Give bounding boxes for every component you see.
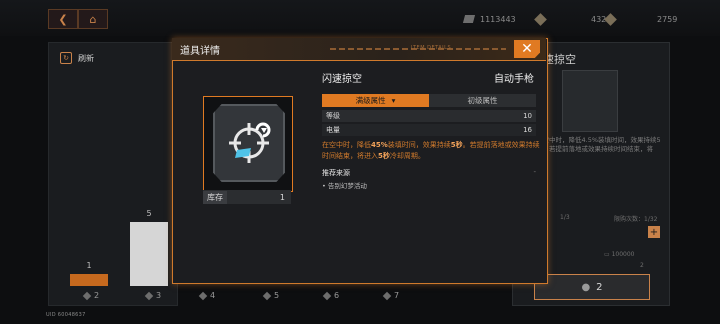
refresh-icon: ↻ <box>60 52 72 64</box>
item-name: 闪速掠空 <box>322 74 362 85</box>
bar-label: 5 <box>262 291 279 300</box>
dialog-title: 道具详情 <box>180 46 220 57</box>
item-icon <box>213 104 285 182</box>
home-icon: ⌂ <box>89 12 97 26</box>
stat-row-level: 等级 10 <box>322 110 536 122</box>
gem-icon <box>534 12 547 26</box>
crystal-icon <box>604 12 617 26</box>
stock-value: 1 <box>279 192 285 202</box>
close-icon: ✕ <box>521 41 533 57</box>
uid-label: UID 60048637 <box>46 312 86 318</box>
diamond-icon <box>144 291 154 300</box>
home-button[interactable]: ⌂ <box>78 9 108 29</box>
refresh-button[interactable]: ↻ 刷新 <box>60 52 94 64</box>
currency-gem: 4320 <box>534 12 611 26</box>
tab-max-level[interactable]: 满级属性 ▾ <box>322 94 429 107</box>
diamond-icon <box>198 291 208 300</box>
price-icon: ▭ <box>604 251 612 258</box>
currency-gold: 1113443 <box>462 12 516 26</box>
diamond-icon <box>82 291 92 300</box>
bar-label: 4 <box>198 291 215 300</box>
bar-label: 3 <box>144 291 161 300</box>
side-unit-price: 2 <box>640 262 644 269</box>
plus-button[interactable]: + <box>648 226 660 238</box>
plus-icon: + <box>649 226 659 238</box>
header-decoration-text: ITEM DETAILS <box>411 45 452 51</box>
buy-button[interactable]: ● 2 <box>534 274 650 300</box>
diamond-icon <box>262 291 272 300</box>
bar-label: 7 <box>382 291 399 300</box>
diamond-icon <box>322 291 332 300</box>
side-price: ▭ 100000 <box>604 251 635 258</box>
bar-label: 6 <box>322 291 339 300</box>
bar-1 <box>70 274 108 286</box>
stat-row-power: 电量 16 <box>322 124 536 136</box>
coin-icon: ● <box>581 281 591 293</box>
side-item-desc: 在空中时，降低4.5%装填时间，效果持续5秒。若提前落地或效果持续时间结束，将 <box>536 136 661 153</box>
side-item-thumbnail <box>562 70 618 132</box>
tab-initial-level[interactable]: 初级属性 <box>429 94 536 107</box>
chevron-down-icon: ▾ <box>391 96 396 105</box>
stock-label: 库存 <box>203 190 227 204</box>
source-item[interactable]: • 告别幻梦活动 <box>322 180 367 190</box>
bullet-icon: • <box>322 182 326 190</box>
item-description: 在空中时，降低45%装填时间，效果持续5秒。若提前落地或效果持续时间结束，将进入… <box>322 141 540 160</box>
attribute-tabs: 满级属性 ▾ 初级属性 <box>322 94 536 107</box>
currency-crystal: 2759 <box>604 12 677 26</box>
back-button[interactable]: ❮ <box>48 9 78 29</box>
source-header: 推荐来源 - <box>322 168 536 177</box>
side-page: 1/3 <box>560 214 570 221</box>
crosshair-icon <box>229 122 271 163</box>
bar-2 <box>130 222 168 286</box>
dash-icon: - <box>533 168 536 176</box>
stack-icon <box>462 15 476 23</box>
bar-value: 5 <box>146 209 152 218</box>
bar-value: 1 <box>86 261 92 270</box>
stock-row: 库存 1 <box>203 190 291 204</box>
diamond-icon <box>382 291 392 300</box>
item-type: 自动手枪 <box>494 74 534 85</box>
bar-label: 2 <box>82 291 99 300</box>
back-arrow-icon: ❮ <box>58 12 68 26</box>
close-button[interactable]: ✕ <box>514 40 540 58</box>
side-limit: 限购次数：1/32 <box>614 216 658 223</box>
